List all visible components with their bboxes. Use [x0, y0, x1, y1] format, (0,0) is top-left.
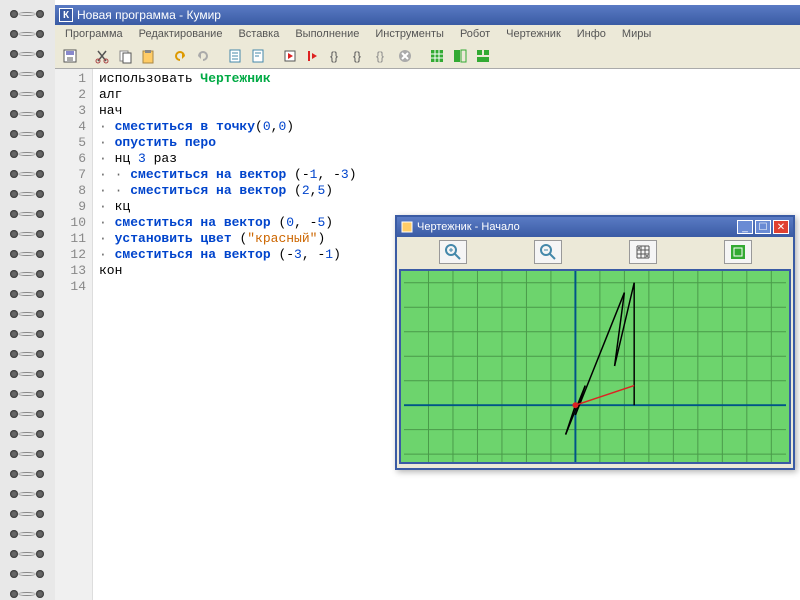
braces3-icon[interactable]: {} [371, 45, 393, 67]
braces2-icon[interactable]: {} [348, 45, 370, 67]
minimize-button[interactable]: _ [737, 220, 753, 234]
doc1-icon[interactable] [224, 45, 246, 67]
layout2-icon[interactable] [472, 45, 494, 67]
code-line[interactable]: · опустить перо [99, 135, 357, 151]
line-numbers: 1234567891011121314 [55, 69, 93, 600]
titlebar: К Новая программа - Кумир [55, 5, 800, 25]
menu-Вставка[interactable]: Вставка [230, 26, 287, 42]
code-line[interactable]: · кц [99, 199, 357, 215]
menu-Редактирование[interactable]: Редактирование [131, 26, 231, 42]
drawer-title: Чертежник - Начало [417, 221, 520, 233]
run-icon[interactable] [279, 45, 301, 67]
zoom-out-icon[interactable] [534, 240, 562, 264]
code-line[interactable]: алг [99, 87, 357, 103]
svg-text:{}: {} [353, 49, 361, 63]
cut-icon[interactable] [91, 45, 113, 67]
main-toolbar: {} {} {} [55, 43, 800, 69]
menu-Чертежник[interactable]: Чертежник [498, 26, 569, 42]
drawer-window[interactable]: Чертежник - Начало _ ☐ ✕ [395, 215, 795, 470]
code-line[interactable]: нач [99, 103, 357, 119]
stop-icon[interactable] [394, 45, 416, 67]
grid-icon[interactable] [426, 45, 448, 67]
svg-text:{}: {} [330, 49, 338, 63]
close-button[interactable]: ✕ [773, 220, 789, 234]
code-line[interactable]: · · сместиться на вектор (2,5) [99, 183, 357, 199]
code-line[interactable]: · сместиться на вектор (0, -5) [99, 215, 357, 231]
braces1-icon[interactable]: {} [325, 45, 347, 67]
menubar: ПрограммаРедактированиеВставкаВыполнение… [55, 25, 800, 43]
code-line[interactable] [99, 279, 357, 295]
save-icon[interactable] [59, 45, 81, 67]
menu-Инструменты[interactable]: Инструменты [367, 26, 452, 42]
redo-icon[interactable] [192, 45, 214, 67]
drawer-toolbar [397, 237, 793, 267]
maximize-button[interactable]: ☐ [755, 220, 771, 234]
drawer-titlebar[interactable]: Чертежник - Начало _ ☐ ✕ [397, 217, 793, 237]
menu-Миры[interactable]: Миры [614, 26, 659, 42]
doc2-icon[interactable] [247, 45, 269, 67]
code-line[interactable]: кон [99, 263, 357, 279]
drawing-canvas[interactable] [399, 269, 791, 464]
code-line[interactable]: · сместиться в точку(0,0) [99, 119, 357, 135]
paste-icon[interactable] [137, 45, 159, 67]
code-line[interactable]: использовать Чертежник [99, 71, 357, 87]
code-line[interactable]: · сместиться на вектор (-3, -1) [99, 247, 357, 263]
menu-Программа[interactable]: Программа [57, 26, 131, 42]
menu-Инфо[interactable]: Инфо [569, 26, 614, 42]
undo-icon[interactable] [169, 45, 191, 67]
drawer-app-icon [401, 221, 413, 233]
canvas-svg [401, 271, 789, 462]
fit-icon[interactable] [724, 240, 752, 264]
code-area[interactable]: использовать Чертежникалгнач· сместиться… [93, 69, 363, 600]
layout1-icon[interactable] [449, 45, 471, 67]
svg-text:{}: {} [376, 49, 384, 63]
grid-icon[interactable] [629, 240, 657, 264]
code-line[interactable]: · · сместиться на вектор (-1, -3) [99, 167, 357, 183]
step-icon[interactable] [302, 45, 324, 67]
menu-Робот[interactable]: Робот [452, 26, 498, 42]
app-icon: К [59, 8, 73, 22]
window-title: Новая программа - Кумир [77, 8, 221, 22]
code-line[interactable]: · нц 3 раз [99, 151, 357, 167]
copy-icon[interactable] [114, 45, 136, 67]
zoom-in-icon[interactable] [439, 240, 467, 264]
menu-Выполнение[interactable]: Выполнение [287, 26, 367, 42]
code-line[interactable]: · установить цвет ("красный") [99, 231, 357, 247]
notebook-spiral-background [0, 0, 55, 600]
